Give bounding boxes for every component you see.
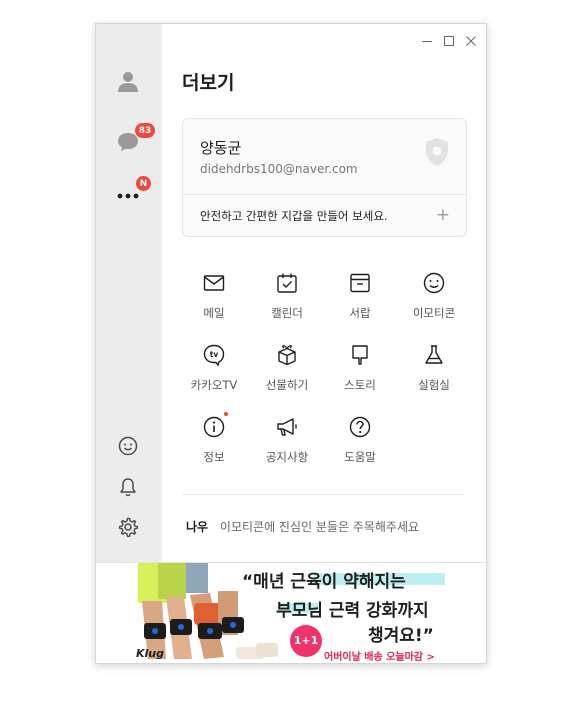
now-label: 나우 [186, 520, 209, 534]
friends-tab[interactable] [115, 68, 141, 94]
person-icon [118, 72, 138, 92]
profile-email: didehdrbs100@naver.com [200, 162, 358, 176]
menu-item-story[interactable]: 스토리 [323, 342, 397, 404]
smiley-icon [118, 436, 138, 456]
menu-item-help[interactable]: 도움말 [323, 414, 397, 476]
now-message: 이모티콘에 진심인 분들은 주목해주세요 [219, 520, 420, 534]
drawer-icon [350, 273, 370, 293]
menu-item-drawer[interactable]: 서랍 [323, 270, 397, 332]
menu-item-emoticon[interactable]: 이모티콘 [397, 270, 471, 332]
close-icon [466, 36, 476, 46]
menu-item-mail[interactable]: 메일 [177, 270, 251, 332]
kakaotalk-window: 83 N 더보기 양동균 didehdrbs100@naver.com 안전하고… [95, 23, 487, 664]
help-icon [349, 416, 371, 438]
notifications-button[interactable] [115, 474, 141, 500]
ad-brand: Klug [136, 647, 164, 660]
wallet-shield-button[interactable] [424, 137, 450, 171]
menu-item-label: 메일 [203, 306, 225, 320]
more-new-badge: N [135, 175, 152, 192]
menu-item-gift[interactable]: 선물하기 [250, 342, 324, 404]
ad-subtext: 어버이날 배송 오늘마감 > [324, 652, 435, 663]
bell-icon [120, 478, 136, 497]
menu-item-label: 정보 [203, 450, 225, 464]
info-icon [203, 416, 225, 438]
menu-item-lab[interactable]: 실험실 [397, 342, 471, 404]
menu-item-calendar[interactable]: 캘린더 [250, 270, 324, 332]
minimize-button[interactable] [416, 32, 438, 50]
emoticon-shortcut[interactable] [115, 433, 141, 459]
ad-headline-3: 챙겨요!” [368, 626, 434, 646]
window-controls [416, 32, 482, 50]
gift-icon [278, 345, 296, 366]
flask-icon [425, 345, 443, 364]
ad-headline-1: “매년 근육이 약해지는 [242, 572, 406, 592]
tv-icon: tv [203, 344, 225, 367]
plus-icon: + [435, 205, 450, 225]
menu-item-label: 스토리 [344, 378, 376, 392]
emoticon-icon [423, 272, 445, 294]
maximize-button[interactable] [438, 32, 460, 50]
ad-bundle-badge: 1+1 [293, 634, 319, 647]
now-status-row[interactable]: 나우 이모티콘에 진심인 분들은 주목해주세요 [186, 518, 419, 535]
calendar-icon [277, 273, 297, 293]
profile-name: 양동균 [200, 139, 242, 157]
shield-icon [426, 138, 448, 166]
menu-item-label: 서랍 [349, 306, 371, 320]
new-indicator-dot [224, 412, 228, 416]
create-wallet-row[interactable]: 안전하고 간편한 지갑을 만들어 보세요. + [183, 195, 466, 237]
gear-icon [118, 517, 139, 537]
megaphone-icon [277, 418, 297, 436]
mail-icon [203, 275, 225, 291]
menu-item-notice[interactable]: 공지사항 [250, 414, 324, 476]
story-icon [352, 345, 368, 365]
ad-banner[interactable]: Klug “매년 근육이 약해지는 부모님 근력 강화까지 챙겨요!” 1+1 … [96, 562, 486, 663]
svg-text:tv: tv [210, 350, 219, 359]
menu-item-label: 이모티콘 [412, 306, 456, 320]
menu-item-label: 캘린더 [271, 306, 303, 320]
ad-headline-2: 부모님 근력 강화까지 [276, 601, 429, 621]
section-divider [182, 494, 465, 495]
sidebar: 83 N [96, 24, 162, 562]
close-button[interactable] [460, 32, 482, 50]
menu-item-label: 카카오TV [190, 378, 238, 392]
settings-button[interactable] [115, 514, 141, 540]
menu-item-label: 도움말 [344, 450, 376, 464]
chats-unread-badge: 83 [134, 122, 156, 139]
page-title: 더보기 [182, 72, 235, 94]
menu-item-label: 선물하기 [265, 378, 309, 392]
minimize-icon [422, 41, 432, 42]
menu-item-kakaotv[interactable]: tv 카카오TV [177, 342, 251, 404]
menu-item-label: 공지사항 [265, 450, 309, 464]
maximize-icon [444, 36, 454, 46]
profile-card: 양동균 didehdrbs100@naver.com 안전하고 간편한 지갑을 … [182, 118, 467, 237]
create-wallet-text: 안전하고 간편한 지갑을 만들어 보세요. [200, 209, 388, 223]
menu-item-label: 실험실 [418, 378, 450, 392]
menu-item-info[interactable]: 정보 [177, 412, 251, 476]
